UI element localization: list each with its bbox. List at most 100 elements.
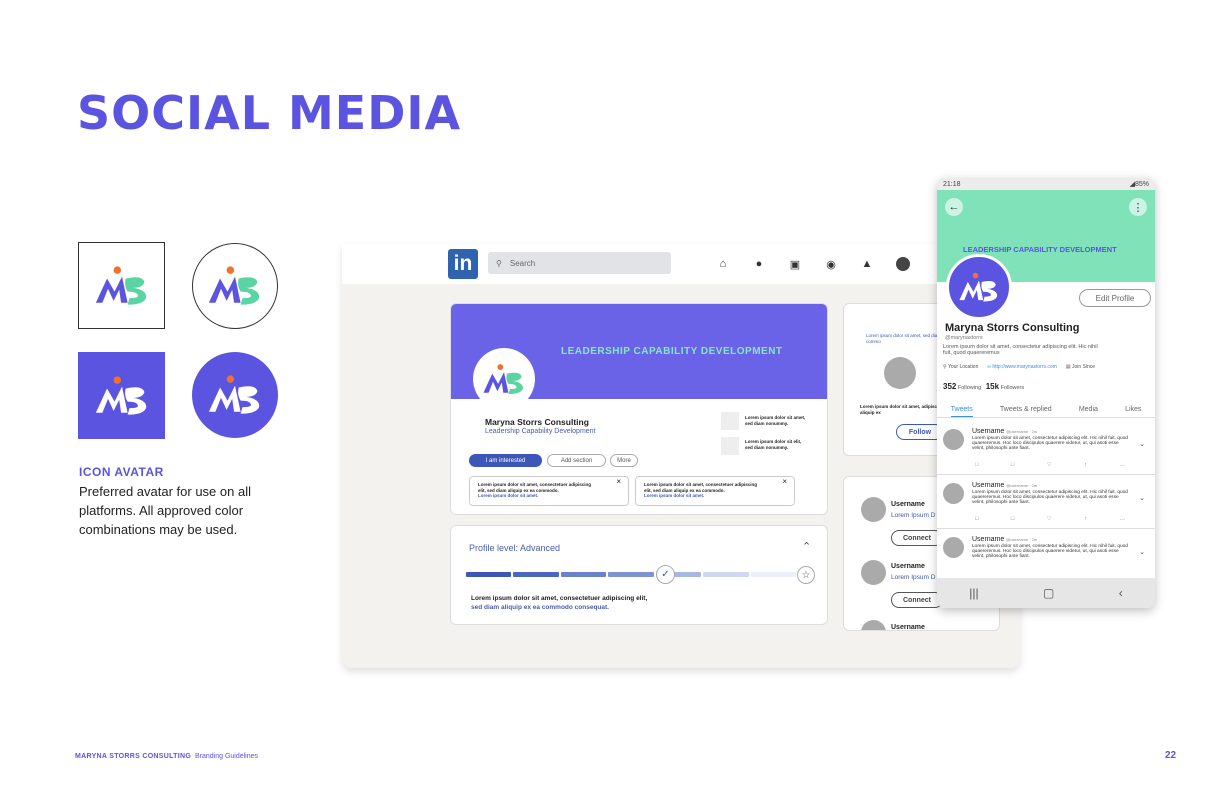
add-section-button[interactable]: Add section	[547, 454, 606, 467]
interested-button[interactable]: I am interested	[469, 454, 542, 467]
person-name[interactable]: Username	[891, 624, 925, 630]
edit-profile-button[interactable]: Edit Profile	[1079, 289, 1151, 307]
followers-count[interactable]: 15k	[986, 382, 999, 391]
chevron-down-icon[interactable]: ⌄	[1139, 548, 1145, 556]
tweet-username: Username	[972, 536, 1005, 543]
website-link[interactable]: ∞ http://www.marynastorrs.com	[987, 364, 1056, 370]
reply-icon[interactable]: □	[975, 516, 978, 522]
mini-card-link[interactable]: Lorem ipsum dolor sit amet.	[644, 493, 704, 498]
ms-logo-white-icon	[94, 375, 150, 417]
tweet-actions: □ □ ♡ ↑ …	[975, 516, 1125, 522]
twitter-bio: Lorem ipsum dolor sit amet, consectetur …	[943, 344, 1098, 356]
tab-media[interactable]: Media	[1079, 406, 1098, 417]
level-segment	[703, 572, 749, 577]
avatar-square-light	[78, 242, 165, 329]
profile-avatar-icon[interactable]	[896, 257, 910, 271]
connect-button[interactable]: Connect	[891, 592, 943, 608]
ms-logo-white-icon	[207, 374, 263, 416]
status-battery: ◢85%	[1129, 181, 1149, 188]
bell-icon[interactable]: ▲	[860, 257, 874, 271]
reply-icon[interactable]: □	[975, 462, 978, 468]
tweet-meta: @username · 2m	[1006, 429, 1038, 434]
tweet-text: Lorem ipsum dolor sit amet, consectetur …	[972, 490, 1128, 505]
footer-doc: Branding Guidelines	[194, 753, 259, 760]
search-icon: ⚲	[496, 258, 502, 268]
tab-tweets-replied[interactable]: Tweets & replied	[1000, 406, 1052, 417]
messaging-icon[interactable]: ◉	[824, 257, 838, 271]
tweet-user: Username @username · 2m	[972, 536, 1037, 543]
share-icon[interactable]: ↑	[1084, 462, 1087, 468]
side-item-thumb	[721, 437, 739, 455]
avatar	[861, 620, 886, 630]
location-text: ⚲ Your Location	[943, 364, 978, 370]
stats-icon[interactable]: …	[1119, 462, 1125, 468]
tweet[interactable]: Username @username · 2m Lorem ipsum dolo…	[937, 477, 1155, 529]
tab-likes[interactable]: Likes	[1125, 406, 1141, 417]
star-icon[interactable]: ☆	[797, 566, 815, 584]
more-button[interactable]: More	[610, 454, 638, 467]
join-date: ▤ Join Since	[1066, 364, 1095, 370]
banner-text: LEADERSHIP CAPABILITY DEVELOPMENT	[963, 245, 1117, 254]
ms-logo-icon	[482, 363, 526, 396]
tab-tweets[interactable]: Tweets	[950, 406, 973, 417]
chevron-down-icon[interactable]: ⌄	[1139, 494, 1145, 502]
search-input[interactable]: ⚲ Search	[488, 252, 671, 274]
home-button-icon[interactable]: ▢	[1043, 586, 1054, 600]
connect-button[interactable]: Connect	[891, 530, 943, 546]
linkedin-mockup: in ⚲ Search ⌂ ● ▣ ◉ ▲ LEADERSHIP CAPABILI…	[342, 244, 1020, 668]
stats-icon[interactable]: …	[1119, 516, 1125, 522]
avatar	[861, 560, 886, 585]
close-icon[interactable]: ×	[782, 478, 787, 485]
profile-tabs: Tweets Tweets & replied Media Likes	[937, 406, 1155, 418]
network-icon[interactable]: ●	[752, 257, 766, 271]
back-icon[interactable]: ‹	[1119, 586, 1123, 600]
linkedin-logo[interactable]: in	[448, 249, 478, 279]
chevron-up-icon[interactable]: ⌃	[802, 540, 811, 553]
following-count[interactable]: 352	[943, 382, 956, 391]
mini-card[interactable]: × Lorem ipsum dolor sit amet, consectetu…	[635, 476, 795, 506]
avatar	[861, 497, 886, 522]
tweet-user: Username @username · 2m	[972, 428, 1037, 435]
location-label: Your Location	[947, 364, 979, 370]
home-icon[interactable]: ⌂	[716, 257, 730, 271]
ms-logo-white-icon	[958, 272, 1000, 303]
search-placeholder: Search	[509, 258, 536, 268]
recent-apps-icon[interactable]: |||	[969, 586, 978, 600]
footer: MARYNA STORRS CONSULTING Branding Guidel…	[75, 753, 258, 760]
retweet-icon[interactable]: □	[1011, 462, 1014, 468]
mini-card[interactable]: × Lorem ipsum dolor sit amet, consectetu…	[469, 476, 629, 506]
share-icon[interactable]: ↑	[1084, 516, 1087, 522]
linkedin-topbar: in ⚲ Search ⌂ ● ▣ ◉ ▲	[342, 244, 1020, 284]
ms-logo-icon	[207, 265, 263, 307]
level-segment	[513, 572, 559, 577]
tweet[interactable]: Username @username · 2m Lorem ipsum dolo…	[937, 531, 1155, 583]
like-icon[interactable]: ♡	[1047, 516, 1052, 522]
android-nav-bar: ||| ▢ ‹	[937, 578, 1155, 608]
chevron-down-icon[interactable]: ⌄	[1139, 440, 1145, 448]
back-arrow-icon[interactable]: ←	[945, 198, 963, 216]
avatar-circle-dark	[192, 352, 278, 438]
side-item: Lorem ipsum dolor sit amet, sed diam non…	[745, 415, 806, 426]
more-vertical-icon[interactable]: ⋮	[1129, 198, 1147, 216]
level-desc-line-1: Lorem ipsum dolor sit amet, consectetuer…	[471, 595, 648, 602]
jobs-icon[interactable]: ▣	[788, 257, 802, 271]
website-url[interactable]: http://www.marynastorrs.com	[992, 364, 1056, 370]
mini-card-link[interactable]: Lorem ipsum dolor sit amet.	[478, 493, 538, 498]
mini-card-text: Lorem ipsum dolor sit amet, consectetuer…	[478, 482, 592, 493]
person-name[interactable]: Username	[891, 501, 925, 508]
check-icon: ✓	[656, 565, 675, 584]
footer-company: MARYNA STORRS CONSULTING	[75, 753, 192, 760]
like-icon[interactable]: ♡	[1047, 462, 1052, 468]
profile-headline: Leadership Capability Development	[485, 428, 596, 435]
twitter-avatar[interactable]	[946, 254, 1012, 320]
profile-avatar[interactable]	[473, 348, 535, 410]
tweet[interactable]: Username @username · 2m Lorem ipsum dolo…	[937, 423, 1155, 475]
person-name[interactable]: Username	[891, 563, 925, 570]
level-segment	[466, 572, 512, 577]
follow-counts: 352 Following 15k Followers	[943, 382, 1024, 391]
ms-logo-icon	[94, 265, 150, 307]
retweet-icon[interactable]: □	[1011, 516, 1014, 522]
mini-card-text: Lorem ipsum dolor sit amet, consectetuer…	[644, 482, 758, 493]
close-icon[interactable]: ×	[616, 478, 621, 485]
side-item: Lorem ipsum dolor sit elit, sed diam non…	[745, 439, 802, 450]
